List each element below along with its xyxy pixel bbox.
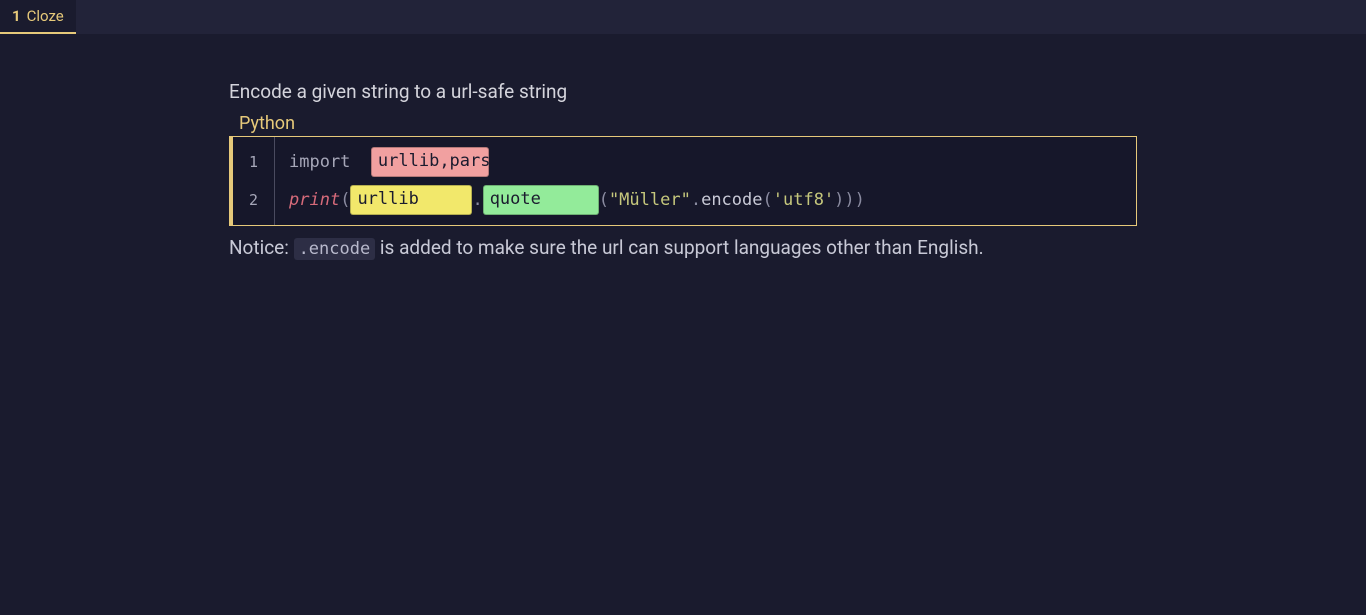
inline-code: .encode: [294, 238, 376, 260]
code-lines: import urllib,pars print(urllib.quote("M…: [275, 137, 1136, 225]
notice-rest: is added to make sure the url can suppor…: [375, 236, 983, 259]
line-number: 2: [233, 181, 274, 219]
tab-bar: 1 Cloze: [0, 0, 1366, 34]
line-gutter: 1 2: [233, 137, 275, 225]
cloze-field-3[interactable]: quote: [483, 185, 599, 215]
code-block: 1 2 import urllib,pars print(urllib.quot…: [229, 136, 1137, 226]
code-language-label: Python: [239, 113, 1137, 134]
dot: .: [472, 190, 482, 210]
notice-text: Notice: .encode is added to make sure th…: [229, 236, 1137, 259]
dot: .: [691, 190, 701, 210]
cloze-field-2[interactable]: urllib: [350, 185, 472, 215]
tab-label: Cloze: [27, 7, 64, 25]
paren-open: (: [599, 190, 609, 210]
line-number: 1: [233, 143, 274, 181]
keyword-print: print: [289, 190, 340, 210]
paren-close: ))): [834, 190, 865, 210]
tab-cloze[interactable]: 1 Cloze: [0, 0, 76, 34]
string-literal: 'utf8': [773, 190, 834, 210]
code-line-1: import urllib,pars: [289, 143, 1136, 181]
method-encode: encode: [701, 190, 762, 210]
keyword-import: import: [289, 152, 361, 172]
paren-open: (: [340, 190, 350, 210]
code-line-2: print(urllib.quote("Müller".encode('utf8…: [289, 181, 1136, 219]
string-literal: "Müller": [609, 190, 691, 210]
cloze-field-1[interactable]: urllib,pars: [371, 147, 489, 177]
notice-lead: Notice:: [229, 236, 294, 259]
card-prompt: Encode a given string to a url-safe stri…: [229, 80, 1137, 103]
tab-number: 1: [12, 7, 21, 25]
paren-open: (: [763, 190, 773, 210]
content-area: Encode a given string to a url-safe stri…: [0, 34, 1366, 259]
